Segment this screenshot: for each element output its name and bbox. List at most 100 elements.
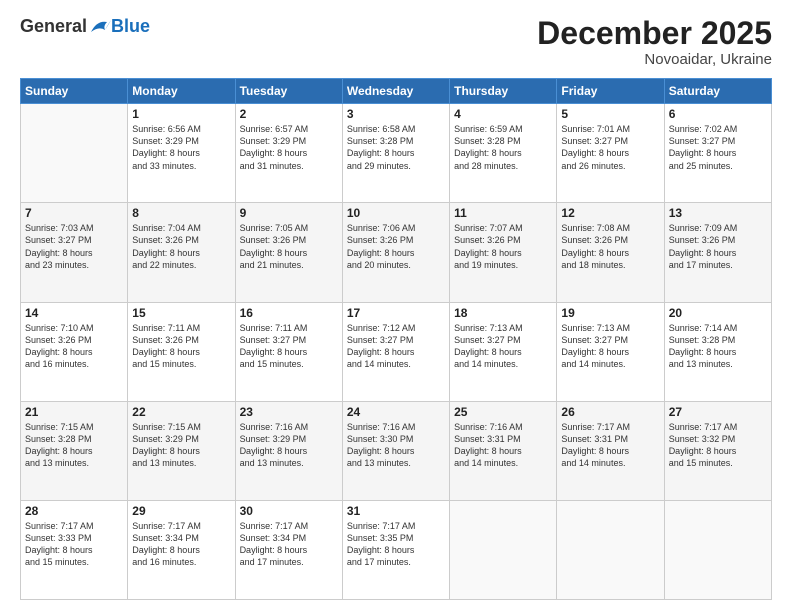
day-info: Sunrise: 7:07 AM Sunset: 3:26 PM Dayligh… <box>454 222 552 271</box>
day-info: Sunrise: 7:17 AM Sunset: 3:33 PM Dayligh… <box>25 520 123 569</box>
day-info: Sunrise: 7:17 AM Sunset: 3:31 PM Dayligh… <box>561 421 659 470</box>
logo-blue: Blue <box>111 16 150 37</box>
month-title: December 2025 <box>537 16 772 51</box>
calendar-cell: 15 Sunrise: 7:11 AM Sunset: 3:26 PM Dayli… <box>128 302 235 401</box>
page: General Blue December 2025 Novoaidar, Uk… <box>0 0 792 612</box>
header: General Blue December 2025 Novoaidar, Uk… <box>20 16 772 68</box>
day-number: 16 <box>240 306 338 320</box>
day-info: Sunrise: 6:57 AM Sunset: 3:29 PM Dayligh… <box>240 123 338 172</box>
calendar-cell <box>21 104 128 203</box>
calendar-cell: 25 Sunrise: 7:16 AM Sunset: 3:31 PM Dayli… <box>450 401 557 500</box>
calendar-week-row: 21 Sunrise: 7:15 AM Sunset: 3:28 PM Dayli… <box>21 401 772 500</box>
day-number: 15 <box>132 306 230 320</box>
calendar-cell: 11 Sunrise: 7:07 AM Sunset: 3:26 PM Dayli… <box>450 203 557 302</box>
day-info: Sunrise: 7:09 AM Sunset: 3:26 PM Dayligh… <box>669 222 767 271</box>
calendar-cell: 2 Sunrise: 6:57 AM Sunset: 3:29 PM Daylig… <box>235 104 342 203</box>
day-number: 26 <box>561 405 659 419</box>
day-number: 19 <box>561 306 659 320</box>
weekday-header-friday: Friday <box>557 79 664 104</box>
calendar-week-row: 1Sunrise: 6:56 AM Sunset: 3:29 PM Daylig… <box>21 104 772 203</box>
day-info: Sunrise: 7:16 AM Sunset: 3:30 PM Dayligh… <box>347 421 445 470</box>
day-number: 17 <box>347 306 445 320</box>
day-info: Sunrise: 7:11 AM Sunset: 3:27 PM Dayligh… <box>240 322 338 371</box>
weekday-header-wednesday: Wednesday <box>342 79 449 104</box>
calendar-cell: 9Sunrise: 7:05 AM Sunset: 3:26 PM Daylig… <box>235 203 342 302</box>
calendar-cell: 28 Sunrise: 7:17 AM Sunset: 3:33 PM Dayli… <box>21 500 128 599</box>
calendar-cell: 1Sunrise: 6:56 AM Sunset: 3:29 PM Daylig… <box>128 104 235 203</box>
day-info: Sunrise: 7:17 AM Sunset: 3:32 PM Dayligh… <box>669 421 767 470</box>
day-info: Sunrise: 7:13 AM Sunset: 3:27 PM Dayligh… <box>561 322 659 371</box>
day-number: 27 <box>669 405 767 419</box>
day-info: Sunrise: 7:04 AM Sunset: 3:26 PM Dayligh… <box>132 222 230 271</box>
day-info: Sunrise: 7:11 AM Sunset: 3:26 PM Dayligh… <box>132 322 230 371</box>
calendar-cell: 16 Sunrise: 7:11 AM Sunset: 3:27 PM Dayli… <box>235 302 342 401</box>
day-number: 14 <box>25 306 123 320</box>
calendar-cell <box>450 500 557 599</box>
calendar-cell: 31 Sunrise: 7:17 AM Sunset: 3:35 PM Dayli… <box>342 500 449 599</box>
day-number: 10 <box>347 206 445 220</box>
day-number: 30 <box>240 504 338 518</box>
calendar-cell: 22 Sunrise: 7:15 AM Sunset: 3:29 PM Dayli… <box>128 401 235 500</box>
day-number: 4 <box>454 107 552 121</box>
calendar-cell: 7 Sunrise: 7:03 AM Sunset: 3:27 PM Daylig… <box>21 203 128 302</box>
day-number: 12 <box>561 206 659 220</box>
day-number: 31 <box>347 504 445 518</box>
day-info: Sunrise: 7:17 AM Sunset: 3:35 PM Dayligh… <box>347 520 445 569</box>
weekday-header-row: SundayMondayTuesdayWednesdayThursdayFrid… <box>21 79 772 104</box>
day-info: Sunrise: 7:12 AM Sunset: 3:27 PM Dayligh… <box>347 322 445 371</box>
calendar-cell: 4 Sunrise: 6:59 AM Sunset: 3:28 PM Daylig… <box>450 104 557 203</box>
day-info: Sunrise: 7:01 AM Sunset: 3:27 PM Dayligh… <box>561 123 659 172</box>
calendar-cell: 26 Sunrise: 7:17 AM Sunset: 3:31 PM Dayli… <box>557 401 664 500</box>
day-info: Sunrise: 7:02 AM Sunset: 3:27 PM Dayligh… <box>669 123 767 172</box>
calendar-cell: 17 Sunrise: 7:12 AM Sunset: 3:27 PM Dayli… <box>342 302 449 401</box>
day-number: 6 <box>669 107 767 121</box>
day-number: 3 <box>347 107 445 121</box>
calendar-week-row: 14 Sunrise: 7:10 AM Sunset: 3:26 PM Dayli… <box>21 302 772 401</box>
day-number: 21 <box>25 405 123 419</box>
day-info: Sunrise: 7:15 AM Sunset: 3:29 PM Dayligh… <box>132 421 230 470</box>
day-info: Sunrise: 7:17 AM Sunset: 3:34 PM Dayligh… <box>240 520 338 569</box>
weekday-header-monday: Monday <box>128 79 235 104</box>
day-info: Sunrise: 7:08 AM Sunset: 3:26 PM Dayligh… <box>561 222 659 271</box>
day-number: 9 <box>240 206 338 220</box>
logo-general: General <box>20 16 87 37</box>
day-info: Sunrise: 7:14 AM Sunset: 3:28 PM Dayligh… <box>669 322 767 371</box>
calendar-cell: 8 Sunrise: 7:04 AM Sunset: 3:26 PM Daylig… <box>128 203 235 302</box>
location-subtitle: Novoaidar, Ukraine <box>537 51 772 68</box>
day-number: 11 <box>454 206 552 220</box>
title-block: December 2025 Novoaidar, Ukraine <box>537 16 772 68</box>
day-number: 2 <box>240 107 338 121</box>
day-number: 7 <box>25 206 123 220</box>
day-number: 24 <box>347 405 445 419</box>
calendar-cell: 20 Sunrise: 7:14 AM Sunset: 3:28 PM Dayli… <box>664 302 771 401</box>
weekday-header-tuesday: Tuesday <box>235 79 342 104</box>
day-info: Sunrise: 7:17 AM Sunset: 3:34 PM Dayligh… <box>132 520 230 569</box>
day-number: 20 <box>669 306 767 320</box>
day-info: Sunrise: 6:56 AM Sunset: 3:29 PM Dayligh… <box>132 123 230 172</box>
day-number: 25 <box>454 405 552 419</box>
calendar-cell: 14 Sunrise: 7:10 AM Sunset: 3:26 PM Dayli… <box>21 302 128 401</box>
day-number: 28 <box>25 504 123 518</box>
calendar-cell <box>557 500 664 599</box>
calendar-cell: 23 Sunrise: 7:16 AM Sunset: 3:29 PM Dayli… <box>235 401 342 500</box>
calendar-cell: 29Sunrise: 7:17 AM Sunset: 3:34 PM Dayli… <box>128 500 235 599</box>
day-info: Sunrise: 7:16 AM Sunset: 3:31 PM Dayligh… <box>454 421 552 470</box>
day-number: 8 <box>132 206 230 220</box>
calendar-table: SundayMondayTuesdayWednesdayThursdayFrid… <box>20 78 772 600</box>
day-number: 13 <box>669 206 767 220</box>
day-number: 5 <box>561 107 659 121</box>
day-info: Sunrise: 7:10 AM Sunset: 3:26 PM Dayligh… <box>25 322 123 371</box>
day-info: Sunrise: 7:15 AM Sunset: 3:28 PM Dayligh… <box>25 421 123 470</box>
day-number: 22 <box>132 405 230 419</box>
day-info: Sunrise: 6:59 AM Sunset: 3:28 PM Dayligh… <box>454 123 552 172</box>
day-info: Sunrise: 7:03 AM Sunset: 3:27 PM Dayligh… <box>25 222 123 271</box>
day-number: 23 <box>240 405 338 419</box>
calendar-cell: 18Sunrise: 7:13 AM Sunset: 3:27 PM Dayli… <box>450 302 557 401</box>
calendar-cell: 10 Sunrise: 7:06 AM Sunset: 3:26 PM Dayli… <box>342 203 449 302</box>
calendar-cell: 12 Sunrise: 7:08 AM Sunset: 3:26 PM Dayli… <box>557 203 664 302</box>
calendar-cell: 21 Sunrise: 7:15 AM Sunset: 3:28 PM Dayli… <box>21 401 128 500</box>
day-info: Sunrise: 7:16 AM Sunset: 3:29 PM Dayligh… <box>240 421 338 470</box>
day-info: Sunrise: 7:06 AM Sunset: 3:26 PM Dayligh… <box>347 222 445 271</box>
logo-bird-icon <box>89 18 111 36</box>
calendar-cell: 24 Sunrise: 7:16 AM Sunset: 3:30 PM Dayli… <box>342 401 449 500</box>
